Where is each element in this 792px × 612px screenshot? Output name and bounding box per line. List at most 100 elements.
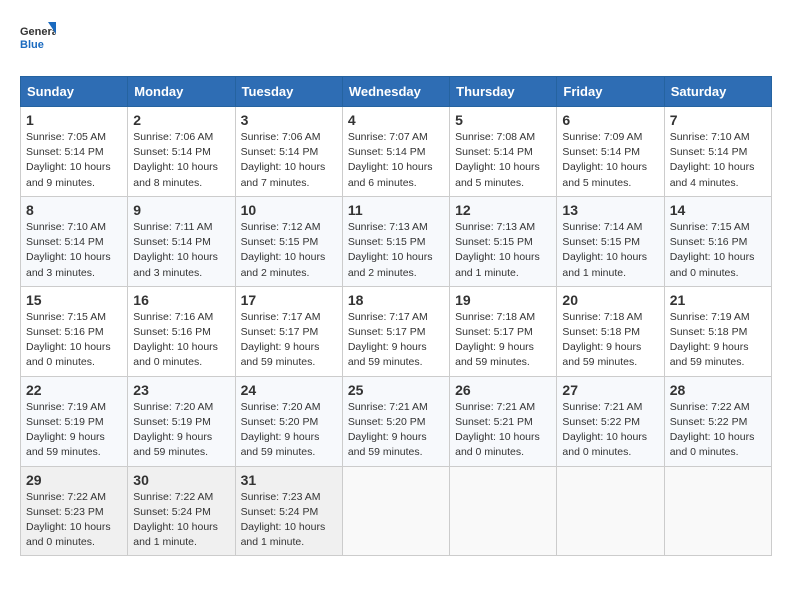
day-info: Sunrise: 7:09 AMSunset: 5:14 PMDaylight:… bbox=[562, 130, 658, 191]
calendar-cell: 9 Sunrise: 7:11 AMSunset: 5:14 PMDaylight… bbox=[128, 196, 235, 286]
day-of-week-header: Thursday bbox=[450, 77, 557, 107]
calendar-cell: 28 Sunrise: 7:22 AMSunset: 5:22 PMDayligh… bbox=[664, 376, 771, 466]
day-info: Sunrise: 7:13 AMSunset: 5:15 PMDaylight:… bbox=[455, 220, 551, 281]
day-number: 14 bbox=[670, 202, 766, 218]
day-info: Sunrise: 7:10 AMSunset: 5:14 PMDaylight:… bbox=[26, 220, 122, 281]
day-info: Sunrise: 7:21 AMSunset: 5:21 PMDaylight:… bbox=[455, 400, 551, 461]
day-number: 13 bbox=[562, 202, 658, 218]
calendar-cell: 31 Sunrise: 7:23 AMSunset: 5:24 PMDayligh… bbox=[235, 466, 342, 556]
calendar-cell: 18 Sunrise: 7:17 AMSunset: 5:17 PMDayligh… bbox=[342, 286, 449, 376]
day-info: Sunrise: 7:23 AMSunset: 5:24 PMDaylight:… bbox=[241, 490, 337, 551]
day-number: 12 bbox=[455, 202, 551, 218]
day-info: Sunrise: 7:17 AMSunset: 5:17 PMDaylight:… bbox=[241, 310, 337, 371]
day-number: 25 bbox=[348, 382, 444, 398]
day-number: 11 bbox=[348, 202, 444, 218]
day-number: 30 bbox=[133, 472, 229, 488]
day-info: Sunrise: 7:20 AMSunset: 5:19 PMDaylight:… bbox=[133, 400, 229, 461]
day-number: 15 bbox=[26, 292, 122, 308]
calendar-week-row: 22 Sunrise: 7:19 AMSunset: 5:19 PMDayligh… bbox=[21, 376, 772, 466]
day-info: Sunrise: 7:22 AMSunset: 5:22 PMDaylight:… bbox=[670, 400, 766, 461]
day-number: 4 bbox=[348, 112, 444, 128]
day-info: Sunrise: 7:14 AMSunset: 5:15 PMDaylight:… bbox=[562, 220, 658, 281]
svg-text:General: General bbox=[20, 26, 56, 38]
calendar-cell: 25 Sunrise: 7:21 AMSunset: 5:20 PMDayligh… bbox=[342, 376, 449, 466]
calendar-cell: 7 Sunrise: 7:10 AMSunset: 5:14 PMDaylight… bbox=[664, 107, 771, 197]
logo-icon: General Blue bbox=[20, 20, 56, 60]
calendar-cell: 8 Sunrise: 7:10 AMSunset: 5:14 PMDaylight… bbox=[21, 196, 128, 286]
day-info: Sunrise: 7:13 AMSunset: 5:15 PMDaylight:… bbox=[348, 220, 444, 281]
day-number: 22 bbox=[26, 382, 122, 398]
calendar-cell bbox=[450, 466, 557, 556]
day-info: Sunrise: 7:11 AMSunset: 5:14 PMDaylight:… bbox=[133, 220, 229, 281]
calendar-cell bbox=[557, 466, 664, 556]
day-info: Sunrise: 7:19 AMSunset: 5:19 PMDaylight:… bbox=[26, 400, 122, 461]
calendar-cell bbox=[342, 466, 449, 556]
day-of-week-header: Monday bbox=[128, 77, 235, 107]
calendar-table: SundayMondayTuesdayWednesdayThursdayFrid… bbox=[20, 76, 772, 556]
day-of-week-header: Saturday bbox=[664, 77, 771, 107]
calendar-header-row: SundayMondayTuesdayWednesdayThursdayFrid… bbox=[21, 77, 772, 107]
calendar-cell: 10Sunrise: 7:12 AMSunset: 5:15 PMDayligh… bbox=[235, 196, 342, 286]
day-number: 21 bbox=[670, 292, 766, 308]
day-of-week-header: Wednesday bbox=[342, 77, 449, 107]
day-number: 27 bbox=[562, 382, 658, 398]
calendar-cell: 3Sunrise: 7:06 AMSunset: 5:14 PMDaylight… bbox=[235, 107, 342, 197]
calendar-week-row: 29 Sunrise: 7:22 AMSunset: 5:23 PMDayligh… bbox=[21, 466, 772, 556]
page-header: General Blue bbox=[20, 20, 772, 60]
day-info: Sunrise: 7:21 AMSunset: 5:22 PMDaylight:… bbox=[562, 400, 658, 461]
calendar-cell bbox=[664, 466, 771, 556]
day-info: Sunrise: 7:12 AMSunset: 5:15 PMDaylight:… bbox=[241, 220, 337, 281]
day-number: 3 bbox=[241, 112, 337, 128]
day-number: 17 bbox=[241, 292, 337, 308]
day-number: 2 bbox=[133, 112, 229, 128]
day-info: Sunrise: 7:22 AMSunset: 5:23 PMDaylight:… bbox=[26, 490, 122, 551]
day-number: 29 bbox=[26, 472, 122, 488]
day-info: Sunrise: 7:18 AMSunset: 5:17 PMDaylight:… bbox=[455, 310, 551, 371]
day-info: Sunrise: 7:22 AMSunset: 5:24 PMDaylight:… bbox=[133, 490, 229, 551]
day-number: 20 bbox=[562, 292, 658, 308]
day-number: 1 bbox=[26, 112, 122, 128]
day-number: 19 bbox=[455, 292, 551, 308]
day-number: 23 bbox=[133, 382, 229, 398]
calendar-cell: 21Sunrise: 7:19 AMSunset: 5:18 PMDayligh… bbox=[664, 286, 771, 376]
day-info: Sunrise: 7:06 AMSunset: 5:14 PMDaylight:… bbox=[133, 130, 229, 191]
svg-text:Blue: Blue bbox=[20, 39, 44, 51]
day-info: Sunrise: 7:17 AMSunset: 5:17 PMDaylight:… bbox=[348, 310, 444, 371]
day-number: 18 bbox=[348, 292, 444, 308]
day-of-week-header: Tuesday bbox=[235, 77, 342, 107]
calendar-cell: 11 Sunrise: 7:13 AMSunset: 5:15 PMDayligh… bbox=[342, 196, 449, 286]
day-info: Sunrise: 7:15 AMSunset: 5:16 PMDaylight:… bbox=[26, 310, 122, 371]
logo: General Blue bbox=[20, 20, 56, 60]
day-number: 28 bbox=[670, 382, 766, 398]
day-number: 7 bbox=[670, 112, 766, 128]
day-info: Sunrise: 7:05 AMSunset: 5:14 PMDaylight:… bbox=[26, 130, 122, 191]
day-info: Sunrise: 7:20 AMSunset: 5:20 PMDaylight:… bbox=[241, 400, 337, 461]
calendar-cell: 1 Sunrise: 7:05 AMSunset: 5:14 PMDaylight… bbox=[21, 107, 128, 197]
day-info: Sunrise: 7:16 AMSunset: 5:16 PMDaylight:… bbox=[133, 310, 229, 371]
day-of-week-header: Sunday bbox=[21, 77, 128, 107]
calendar-cell: 19 Sunrise: 7:18 AMSunset: 5:17 PMDayligh… bbox=[450, 286, 557, 376]
day-number: 16 bbox=[133, 292, 229, 308]
day-info: Sunrise: 7:07 AMSunset: 5:14 PMDaylight:… bbox=[348, 130, 444, 191]
calendar-cell: 17 Sunrise: 7:17 AMSunset: 5:17 PMDayligh… bbox=[235, 286, 342, 376]
calendar-week-row: 1 Sunrise: 7:05 AMSunset: 5:14 PMDaylight… bbox=[21, 107, 772, 197]
calendar-cell: 5Sunrise: 7:08 AMSunset: 5:14 PMDaylight… bbox=[450, 107, 557, 197]
calendar-cell: 14Sunrise: 7:15 AMSunset: 5:16 PMDayligh… bbox=[664, 196, 771, 286]
calendar-cell: 30 Sunrise: 7:22 AMSunset: 5:24 PMDayligh… bbox=[128, 466, 235, 556]
day-number: 24 bbox=[241, 382, 337, 398]
calendar-cell: 24 Sunrise: 7:20 AMSunset: 5:20 PMDayligh… bbox=[235, 376, 342, 466]
calendar-cell: 6Sunrise: 7:09 AMSunset: 5:14 PMDaylight… bbox=[557, 107, 664, 197]
day-number: 9 bbox=[133, 202, 229, 218]
day-info: Sunrise: 7:21 AMSunset: 5:20 PMDaylight:… bbox=[348, 400, 444, 461]
calendar-cell: 29 Sunrise: 7:22 AMSunset: 5:23 PMDayligh… bbox=[21, 466, 128, 556]
calendar-cell: 23 Sunrise: 7:20 AMSunset: 5:19 PMDayligh… bbox=[128, 376, 235, 466]
day-info: Sunrise: 7:10 AMSunset: 5:14 PMDaylight:… bbox=[670, 130, 766, 191]
day-number: 26 bbox=[455, 382, 551, 398]
day-number: 5 bbox=[455, 112, 551, 128]
calendar-cell: 27 Sunrise: 7:21 AMSunset: 5:22 PMDayligh… bbox=[557, 376, 664, 466]
day-number: 8 bbox=[26, 202, 122, 218]
calendar-week-row: 15 Sunrise: 7:15 AMSunset: 5:16 PMDayligh… bbox=[21, 286, 772, 376]
day-info: Sunrise: 7:18 AMSunset: 5:18 PMDaylight:… bbox=[562, 310, 658, 371]
calendar-cell: 26 Sunrise: 7:21 AMSunset: 5:21 PMDayligh… bbox=[450, 376, 557, 466]
day-number: 31 bbox=[241, 472, 337, 488]
